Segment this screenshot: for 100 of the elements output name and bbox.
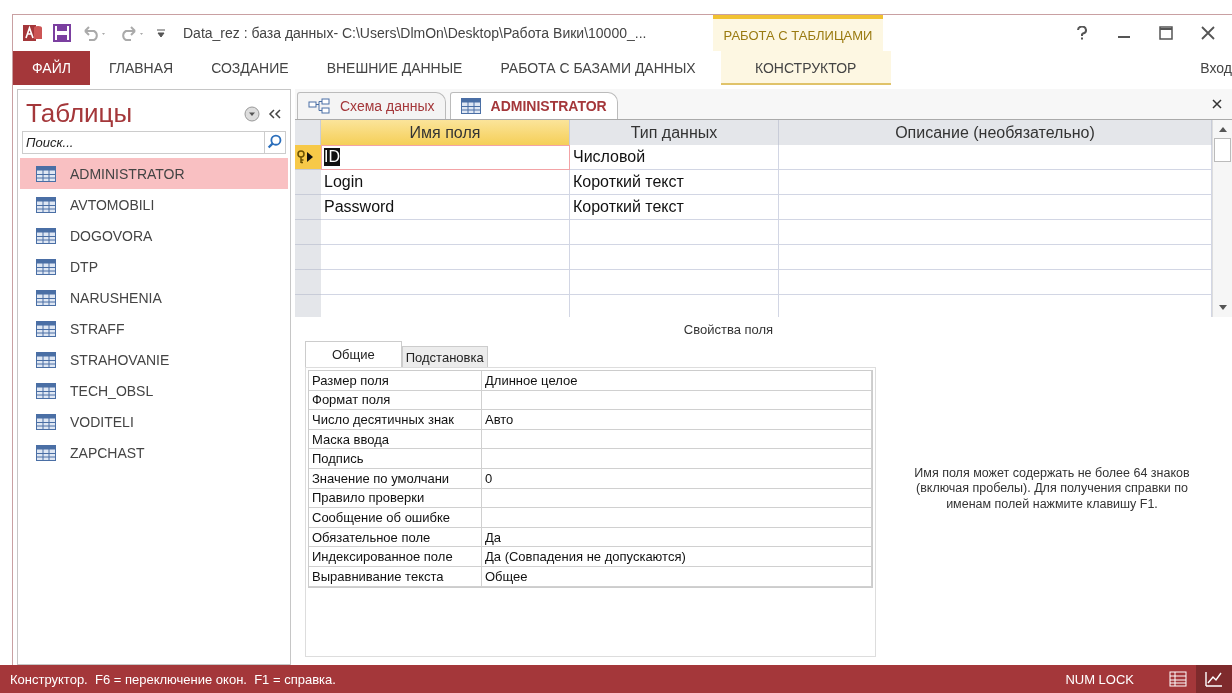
table-list-item[interactable]: ADMINISTRATOR — [20, 158, 288, 189]
property-label: Размер поля — [309, 371, 482, 391]
property-label: Обязательное поле — [309, 527, 482, 548]
property-value[interactable] — [482, 488, 872, 509]
section-caption: Свойства поля — [682, 321, 775, 337]
property-value[interactable]: Да — [482, 527, 872, 548]
table-list-item[interactable]: DTP — [20, 251, 288, 282]
table-list-item[interactable]: STRAHOVANIE — [20, 344, 288, 375]
document-tab[interactable]: Схема данных — [297, 92, 446, 119]
relationships-icon — [308, 98, 330, 114]
table-list-item[interactable]: DOGOVORA — [20, 220, 288, 251]
property-value[interactable] — [482, 508, 872, 528]
table-icon — [36, 165, 56, 182]
data-type-cell[interactable] — [570, 245, 779, 270]
save-icon[interactable] — [53, 24, 71, 42]
ribbon-tab[interactable]: КОНСТРУКТОР — [720, 51, 891, 85]
property-label: Выравнивание текста — [309, 566, 482, 587]
ribbon-tab[interactable]: ГЛАВНАЯ — [89, 51, 193, 85]
current-row-icon — [307, 152, 313, 162]
field-name-cell[interactable]: ID — [321, 145, 570, 170]
property-value[interactable]: 0 — [482, 468, 872, 489]
property-value[interactable]: Общее — [482, 566, 872, 587]
property-label: Сообщение об ошибке — [309, 508, 482, 528]
column-header: Тип данных — [570, 120, 779, 145]
table-icon — [36, 351, 56, 368]
field-name-cell[interactable]: Password — [321, 195, 570, 220]
properties-tab[interactable]: Общие — [305, 341, 402, 367]
scroll-thumb[interactable] — [1214, 138, 1231, 162]
table-list-item[interactable]: VODITELI — [20, 406, 288, 437]
sign-in-link[interactable]: Вход — [1200, 60, 1232, 76]
property-value[interactable] — [482, 449, 872, 469]
description-cell[interactable] — [779, 220, 1212, 245]
field-name-cell[interactable] — [321, 270, 570, 295]
status-text: Конструктор. F6 = переключение окон. F1 = справка. — [10, 671, 337, 687]
properties-tab[interactable]: Подстановка — [401, 346, 488, 367]
description-cell[interactable] — [779, 245, 1212, 270]
search-field[interactable]: Поиск... — [22, 131, 264, 154]
description-cell[interactable] — [779, 270, 1212, 295]
table-icon — [36, 320, 56, 337]
table-icon — [36, 289, 56, 306]
contextual-tab-group: РАБОТА С ТАБЛИЦАМИ — [713, 15, 883, 51]
close-icon — [1212, 99, 1222, 109]
document-tab[interactable]: ADMINISTRATOR — [449, 92, 618, 119]
property-label: Подпись — [309, 449, 482, 469]
table-icon — [36, 258, 56, 275]
row-selector[interactable] — [295, 145, 321, 170]
access-logo — [23, 23, 43, 43]
property-value[interactable] — [482, 390, 872, 411]
help-text: Имя поля может содержать не более 64 знаков (включая пробелы). Для получения справки по именам полей нажмите клавишу F1. — [913, 465, 1191, 513]
data-type-cell[interactable]: Короткий текст — [570, 195, 779, 220]
maximize-icon — [1159, 26, 1173, 40]
table-icon — [36, 444, 56, 461]
table-list-item[interactable]: ZAPCHAST — [20, 437, 288, 468]
data-type-cell[interactable]: Короткий текст — [570, 170, 779, 195]
property-label: Индексированное поле — [309, 547, 482, 567]
minimize-icon — [1118, 36, 1130, 38]
table-list-item[interactable]: TECH_OBSL — [20, 375, 288, 406]
description-cell[interactable] — [779, 195, 1212, 220]
table-icon — [36, 227, 56, 244]
data-type-cell[interactable]: Числовой — [570, 145, 779, 170]
table-list-item[interactable]: AVTOMOBILI — [20, 189, 288, 220]
field-name-cell[interactable] — [321, 245, 570, 270]
vertical-scrollbar[interactable] — [1212, 120, 1232, 317]
field-name-cell[interactable] — [321, 220, 570, 245]
table-icon — [460, 98, 481, 114]
view-button[interactable] — [1196, 665, 1232, 693]
property-label: Маска ввода — [309, 429, 482, 450]
field-name-cell[interactable]: Login — [321, 170, 570, 195]
column-header: Имя поля — [321, 120, 570, 145]
customize-toolbar-icon[interactable] — [157, 28, 165, 38]
num-lock-indicator: NUM LOCK — [1065, 671, 1134, 687]
key-icon — [297, 150, 307, 164]
ribbon-tab[interactable]: РАБОТА С БАЗАМИ ДАННЫХ — [481, 51, 715, 85]
table-icon — [36, 413, 56, 430]
data-type-cell[interactable] — [570, 270, 779, 295]
table-list-item[interactable]: STRAFF — [20, 313, 288, 344]
property-value[interactable]: Длинное целое — [482, 371, 872, 391]
column-header: Описание (необязательно) — [779, 120, 1212, 145]
design-view-icon — [1205, 671, 1223, 687]
collapse-icon[interactable] — [268, 107, 282, 120]
search-icon[interactable] — [264, 131, 286, 154]
datasheet-view-icon — [1169, 671, 1187, 687]
property-label: Значение по умолчани — [309, 468, 482, 489]
description-cell[interactable] — [779, 145, 1212, 170]
property-value[interactable]: Да (Совпадения не допускаются) — [482, 547, 872, 567]
ribbon-tab[interactable]: ФАЙЛ — [13, 51, 90, 85]
ribbon-tab[interactable]: ВНЕШНИЕ ДАННЫЕ — [307, 51, 482, 85]
description-cell[interactable] — [779, 170, 1212, 195]
property-label: Правило проверки — [309, 488, 482, 509]
help-icon — [1077, 26, 1087, 40]
ribbon-tab[interactable]: СОЗДАНИЕ — [192, 51, 308, 85]
property-value[interactable]: Авто — [482, 410, 872, 430]
data-type-cell[interactable] — [570, 220, 779, 245]
property-value[interactable] — [482, 429, 872, 450]
close-icon — [1201, 26, 1215, 40]
dropdown-icon[interactable] — [244, 105, 260, 122]
property-label: Формат поля — [309, 390, 482, 411]
table-list-item[interactable]: NARUSHENIA — [20, 282, 288, 313]
window-title: Data_rez : база данных- C:\Users\DlmOn\Desktop\Работа Вики\10000_... — [183, 25, 648, 41]
table-icon — [36, 382, 56, 399]
